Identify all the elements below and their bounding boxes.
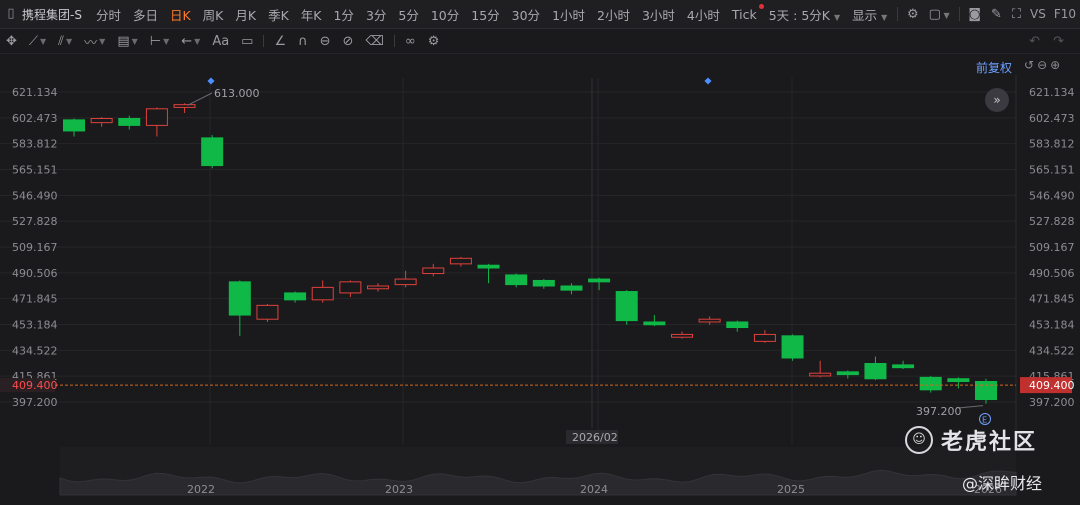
candle-body [173,104,196,108]
low-marker-line [957,405,984,409]
y-tick-label-right: 434.522 [1029,344,1075,357]
candle-body [505,274,528,286]
candle-body [615,291,638,322]
y-tick-label-left: 546.490 [12,189,58,202]
candle-body [394,278,417,286]
x-tick-label: 2022 [187,483,215,496]
x-tick-label: 2025 [777,483,805,496]
candle-body [671,333,693,338]
y-tick-label-left: 453.184 [12,318,58,331]
candle-body [201,137,224,167]
y-tick-label-left: 490.506 [12,267,58,280]
y-tick-label-right: 527.828 [1029,215,1075,228]
y-tick-label-right: 471.845 [1029,293,1075,306]
event-marker-icon [207,77,215,85]
candle-body [477,264,500,269]
candle-body [422,267,445,275]
y-tick-label-left: 509.167 [12,241,58,254]
candle-body [256,304,279,320]
candle-body [836,371,859,376]
candle-body [753,333,776,342]
y-tick-label-left: 471.845 [12,293,58,306]
candle-body [449,257,472,265]
candle-body [118,117,141,126]
expand-panel-icon[interactable]: » [985,88,1009,112]
candle-body [947,378,970,383]
y-tick-label-left: 565.151 [12,163,58,176]
candle-body [284,292,307,301]
low-marker-label: 397.200 [916,405,962,418]
y-tick-label-left: 434.522 [12,344,58,357]
y-tick-label-right: 490.506 [1029,267,1075,280]
candle-body [698,318,721,323]
candle-body [532,279,555,287]
candle-body [864,363,887,380]
y-tick-label-right: 546.490 [1029,189,1075,202]
y-tick-label-left: 583.812 [12,138,58,151]
watermark-text: 老虎社区 [941,430,1038,455]
candle-body [781,335,804,359]
candle-body [228,281,251,316]
y-tick-label-left: 621.134 [12,86,58,99]
y-tick-label-left: 602.473 [12,112,58,125]
candle-body [367,285,389,290]
candle-body [560,285,583,291]
candle-body [145,108,168,126]
y-tick-label-right: 509.167 [1029,241,1075,254]
y-tick-label-left: 397.200 [12,396,58,409]
x-tick-label: 2023 [385,483,413,496]
candle-body [919,376,942,391]
tiger-logo-icon: ☺ [905,426,933,454]
y-tick-label-right: 602.473 [1029,112,1075,125]
author-watermark: @深眸财经 [962,474,1043,493]
candle-body [809,372,832,377]
x-tick-label: 2024 [580,483,608,496]
y-tick-label-right: 565.151 [1029,163,1075,176]
candle-body [975,381,997,401]
candle-body [892,364,915,369]
y-tick-label-right: 583.812 [1029,138,1075,151]
current-price-tag-right: 409.400 [1029,379,1075,392]
tiger-community-watermark: ☺ 老虎社区 [905,424,1037,456]
candle-body [588,278,611,283]
y-tick-label-right: 453.184 [1029,318,1075,331]
cursor-date-label: 2026/02 [572,431,618,444]
y-tick-label-right: 397.200 [1029,396,1075,409]
high-marker-line [187,92,213,106]
y-tick-label-left: 527.828 [12,215,58,228]
current-price-tag-left: 409.400 [12,379,58,392]
candle-body [726,321,749,329]
candle-body [90,117,113,124]
high-marker-label: 613.000 [214,87,260,100]
y-tick-label-right: 621.134 [1029,86,1075,99]
candle-body [63,119,85,132]
event-marker-icon [704,77,712,85]
candle-body [643,321,666,326]
candle-body [339,281,362,294]
candle-body [311,286,334,301]
